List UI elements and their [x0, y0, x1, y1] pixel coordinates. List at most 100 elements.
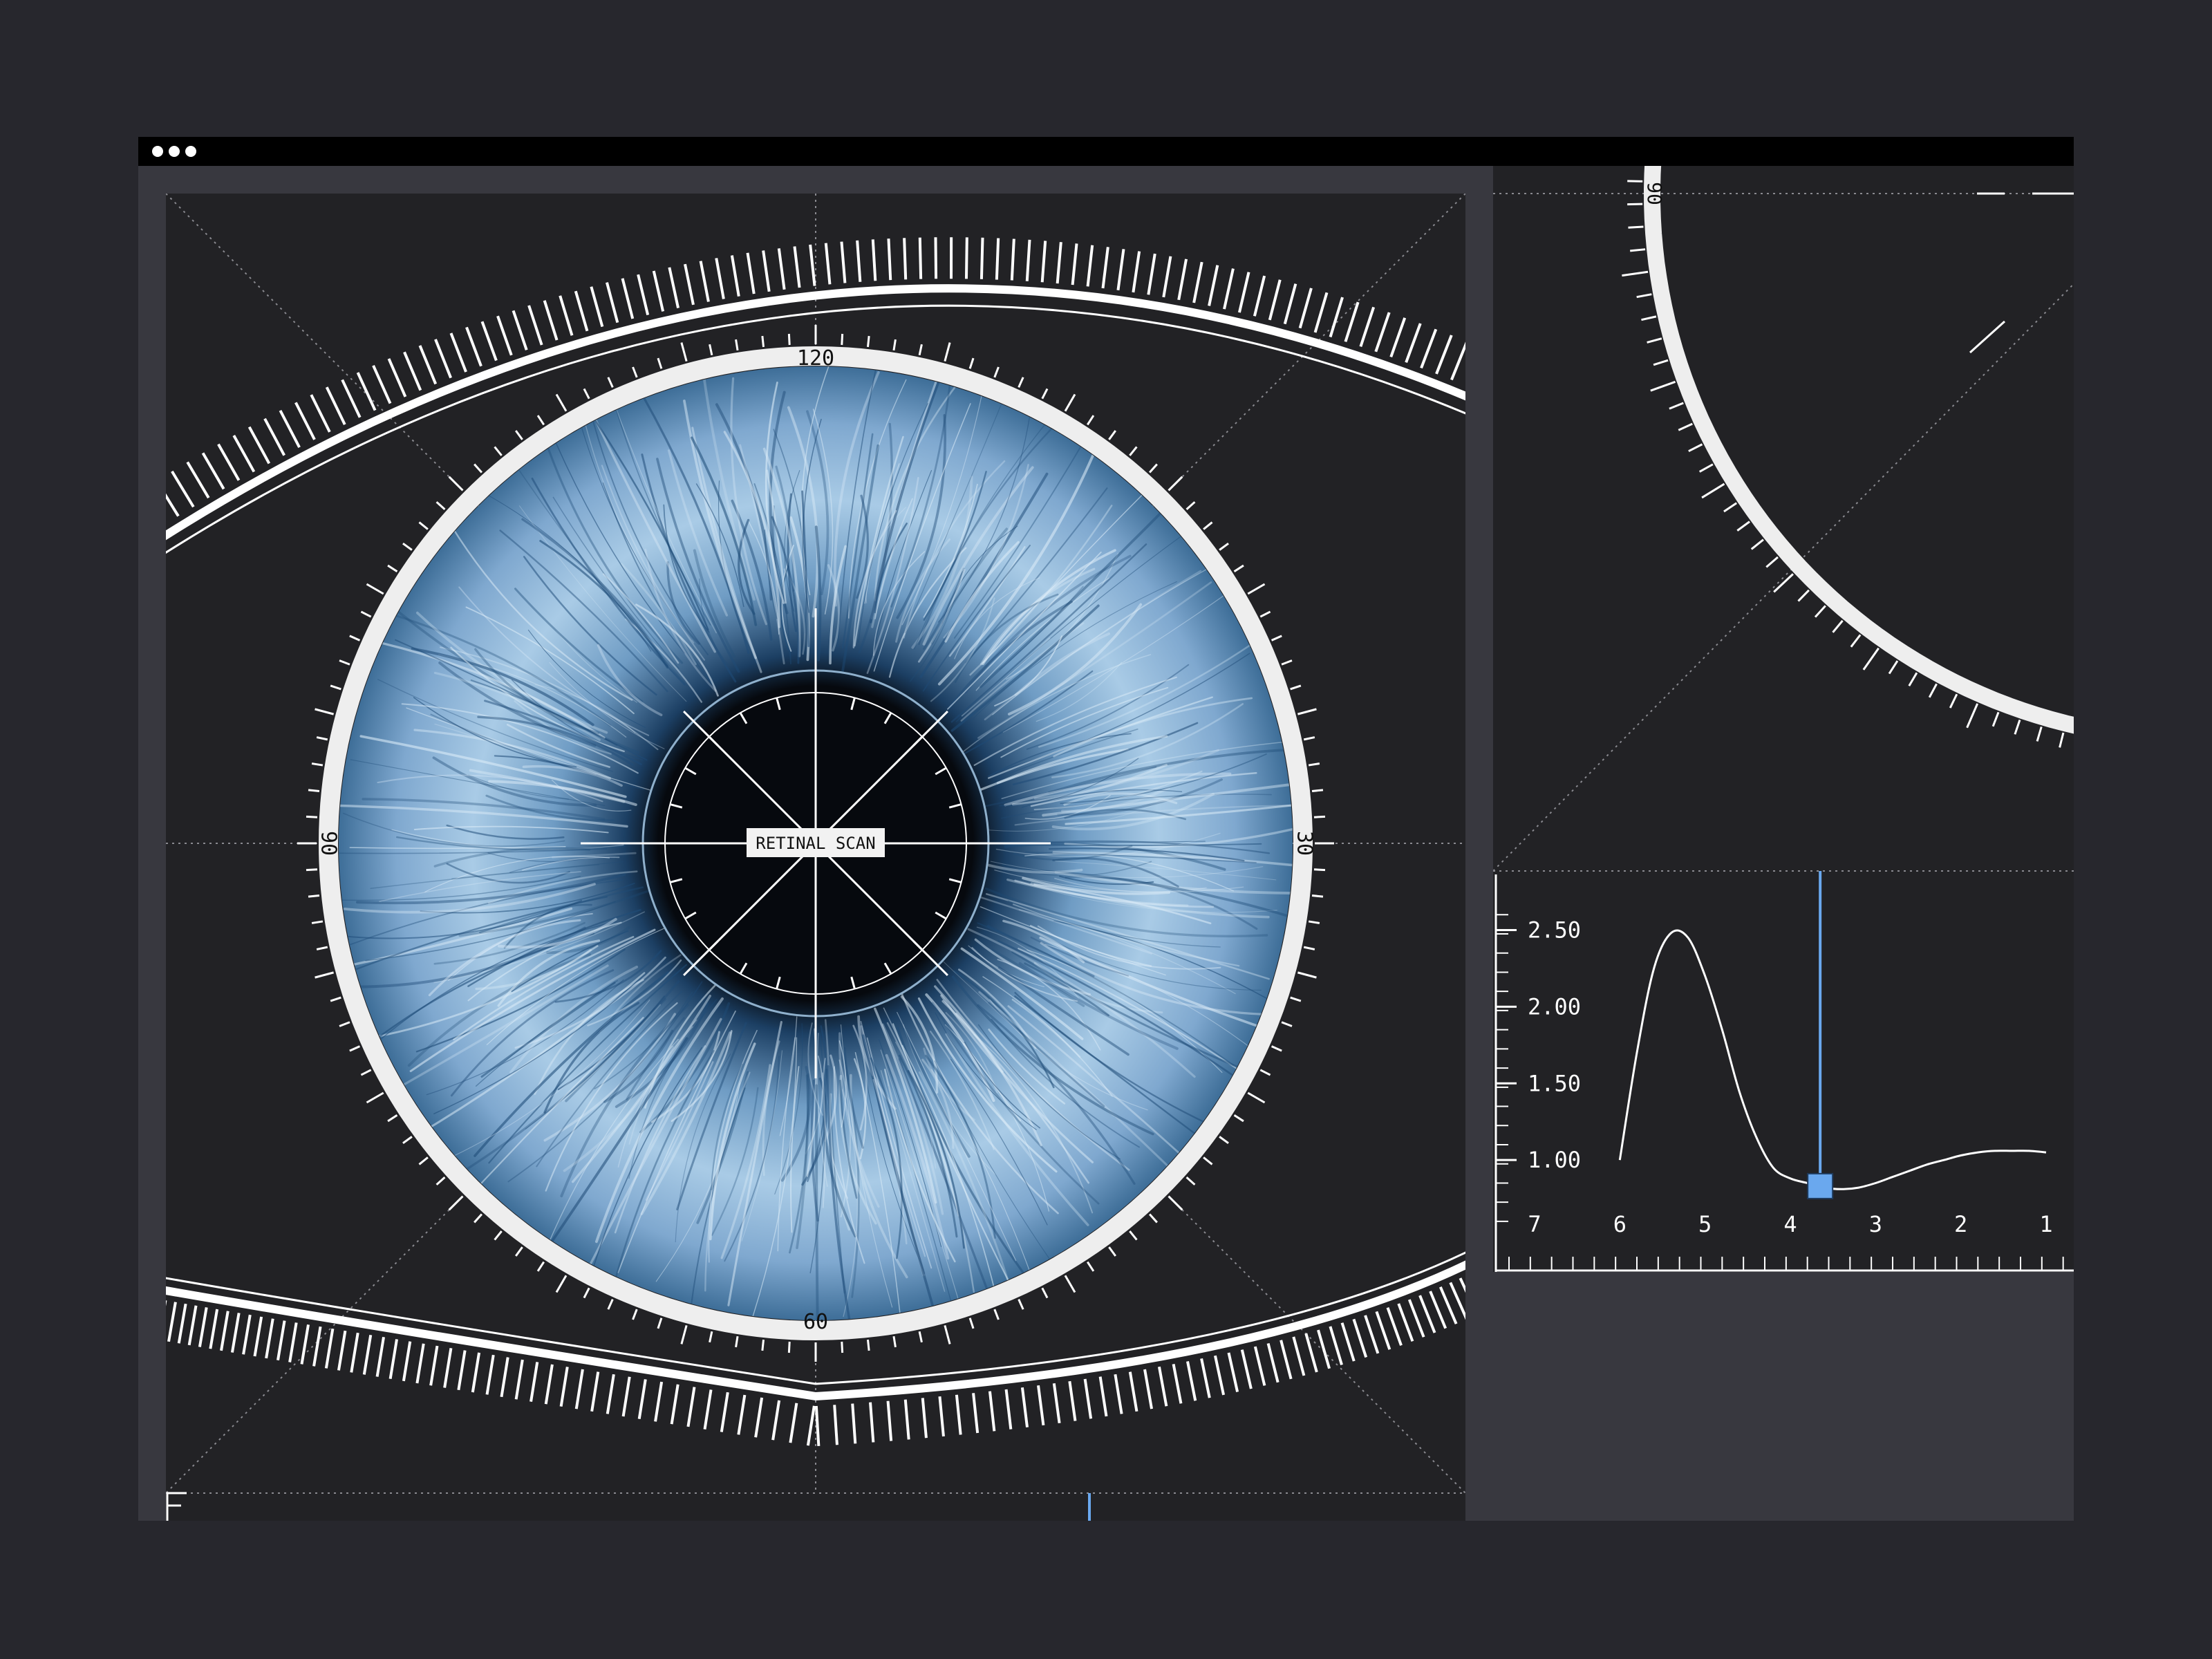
- ring-tick: [1259, 610, 1271, 618]
- ring-tick: [918, 1331, 923, 1343]
- eyelid-tick: [918, 237, 923, 279]
- ring-tick: [1018, 377, 1024, 388]
- y-tick-label: 2.50: [1528, 917, 1581, 943]
- eyelid-tick: [856, 240, 862, 282]
- zoom-ring-tick: [2014, 719, 2021, 735]
- ring-tick: [761, 1339, 765, 1351]
- ring-tick: [1108, 1246, 1116, 1257]
- ring-tick: [494, 446, 503, 456]
- window-minimize-dot[interactable]: [169, 146, 180, 157]
- ring-tick: [366, 583, 384, 595]
- eyelid-tick: [824, 243, 832, 285]
- eyelid-tick: [375, 1337, 385, 1377]
- eyelid-tick: [703, 1389, 713, 1430]
- ring-tick: [1233, 564, 1244, 573]
- ring-tick: [993, 1309, 1000, 1320]
- eyelid-tick: [1435, 335, 1453, 375]
- eyelid-tick: [1418, 1295, 1436, 1333]
- zoom-ring-tick: [1928, 683, 1938, 698]
- ring-tick: [607, 1298, 614, 1310]
- x-tick-label: 2: [1954, 1211, 1967, 1237]
- ring-tick: [1086, 1261, 1095, 1272]
- ring-tick: [1129, 446, 1138, 456]
- eyelid-tick: [1068, 1380, 1077, 1421]
- ring-tick: [993, 366, 1000, 378]
- eyelid-tick: [500, 1357, 509, 1398]
- eyelid-tick: [1240, 1349, 1253, 1389]
- eyelid-tick: [1317, 1329, 1331, 1369]
- eyelid-tick: [988, 1391, 996, 1432]
- zoom-ring-tick: [1622, 270, 1649, 277]
- ring-tick: [657, 1318, 663, 1329]
- window-close-dot[interactable]: [152, 146, 163, 157]
- eyelid-tick: [1253, 1346, 1266, 1386]
- eyelid-tick: [166, 493, 180, 517]
- eyelid-tick: [1375, 1311, 1391, 1350]
- ring-tick: [1064, 1275, 1076, 1293]
- eyelid-tick: [559, 295, 574, 336]
- ring-tick: [1247, 583, 1266, 595]
- eyelid-tick: [350, 1332, 359, 1373]
- ring-tick: [306, 815, 318, 818]
- ring-tick: [435, 1176, 446, 1185]
- eyelid-tick: [652, 270, 665, 312]
- ring-tick: [1219, 1136, 1229, 1144]
- zoom-ring-tick: [1966, 703, 1979, 729]
- ring-tick: [1311, 789, 1324, 793]
- eyelid-tick: [418, 345, 438, 385]
- eyelid-tick: [1010, 238, 1015, 281]
- ring-tick: [448, 476, 464, 491]
- eyelid-tick: [1374, 312, 1391, 353]
- eyelid-tick: [754, 1397, 764, 1438]
- ring-tick: [474, 1213, 483, 1224]
- ring-tick: [1281, 659, 1293, 666]
- x-tick-label: 4: [1783, 1211, 1797, 1237]
- eyelid-tick: [265, 1318, 274, 1359]
- eyelid-tick: [1313, 292, 1329, 333]
- y-tick-label: 1.50: [1528, 1070, 1581, 1096]
- eyelid-tick: [1292, 1336, 1306, 1376]
- zoomed-ring: 90: [1622, 166, 2074, 748]
- ring-tick: [866, 1339, 870, 1351]
- zoom-ring-tick: [1653, 359, 1669, 366]
- ring-tick: [1233, 1114, 1244, 1123]
- corner-bracket: [166, 1492, 187, 1521]
- zoom-ring-tick: [2059, 732, 2065, 748]
- eyelid-tick: [995, 238, 1000, 280]
- eyelid-tick: [1116, 249, 1125, 291]
- x-tick-label: 7: [1528, 1211, 1541, 1237]
- eyelid-tick: [621, 1376, 631, 1417]
- eyelid-tick: [465, 326, 482, 367]
- eyelid-tick: [288, 1322, 298, 1362]
- ring-tick: [330, 996, 341, 1002]
- title-bar: [138, 137, 2074, 166]
- eyelid-tick: [372, 365, 392, 404]
- eyelid-tick: [253, 1316, 263, 1357]
- zoom-ring-tick: [1636, 293, 1652, 299]
- ring-tick: [735, 1335, 739, 1348]
- eyelid-tick: [654, 1381, 664, 1422]
- ring-tick: [583, 1287, 590, 1299]
- ring-tick: [680, 1325, 688, 1344]
- eyelid-tick: [529, 1362, 539, 1403]
- ring-tick: [515, 1246, 523, 1257]
- zoom-ring-tick: [1908, 672, 1918, 687]
- eyelid-tick: [402, 1341, 412, 1382]
- chart-cursor-handle[interactable]: [1807, 1172, 1834, 1199]
- eyelid-tick: [1025, 239, 1031, 281]
- ring-tick: [1185, 501, 1196, 511]
- window-maximize-dot[interactable]: [185, 146, 196, 157]
- eyelid-tick: [387, 358, 407, 397]
- ring-tick: [1086, 415, 1095, 426]
- ring-tick: [968, 357, 975, 369]
- ring-tick: [339, 659, 350, 666]
- zoom-ring-label: 90: [1643, 182, 1666, 205]
- eyelid-tick: [1253, 275, 1266, 317]
- eyelid-tick: [699, 261, 710, 302]
- eyelid-tick: [1298, 288, 1313, 329]
- eyelid-tick: [480, 321, 498, 362]
- zoom-ring-tick: [1698, 463, 1714, 473]
- ring-tick: [892, 1335, 897, 1348]
- eyelid-tick: [187, 1305, 198, 1346]
- zoom-ring-tick: [1736, 521, 1750, 532]
